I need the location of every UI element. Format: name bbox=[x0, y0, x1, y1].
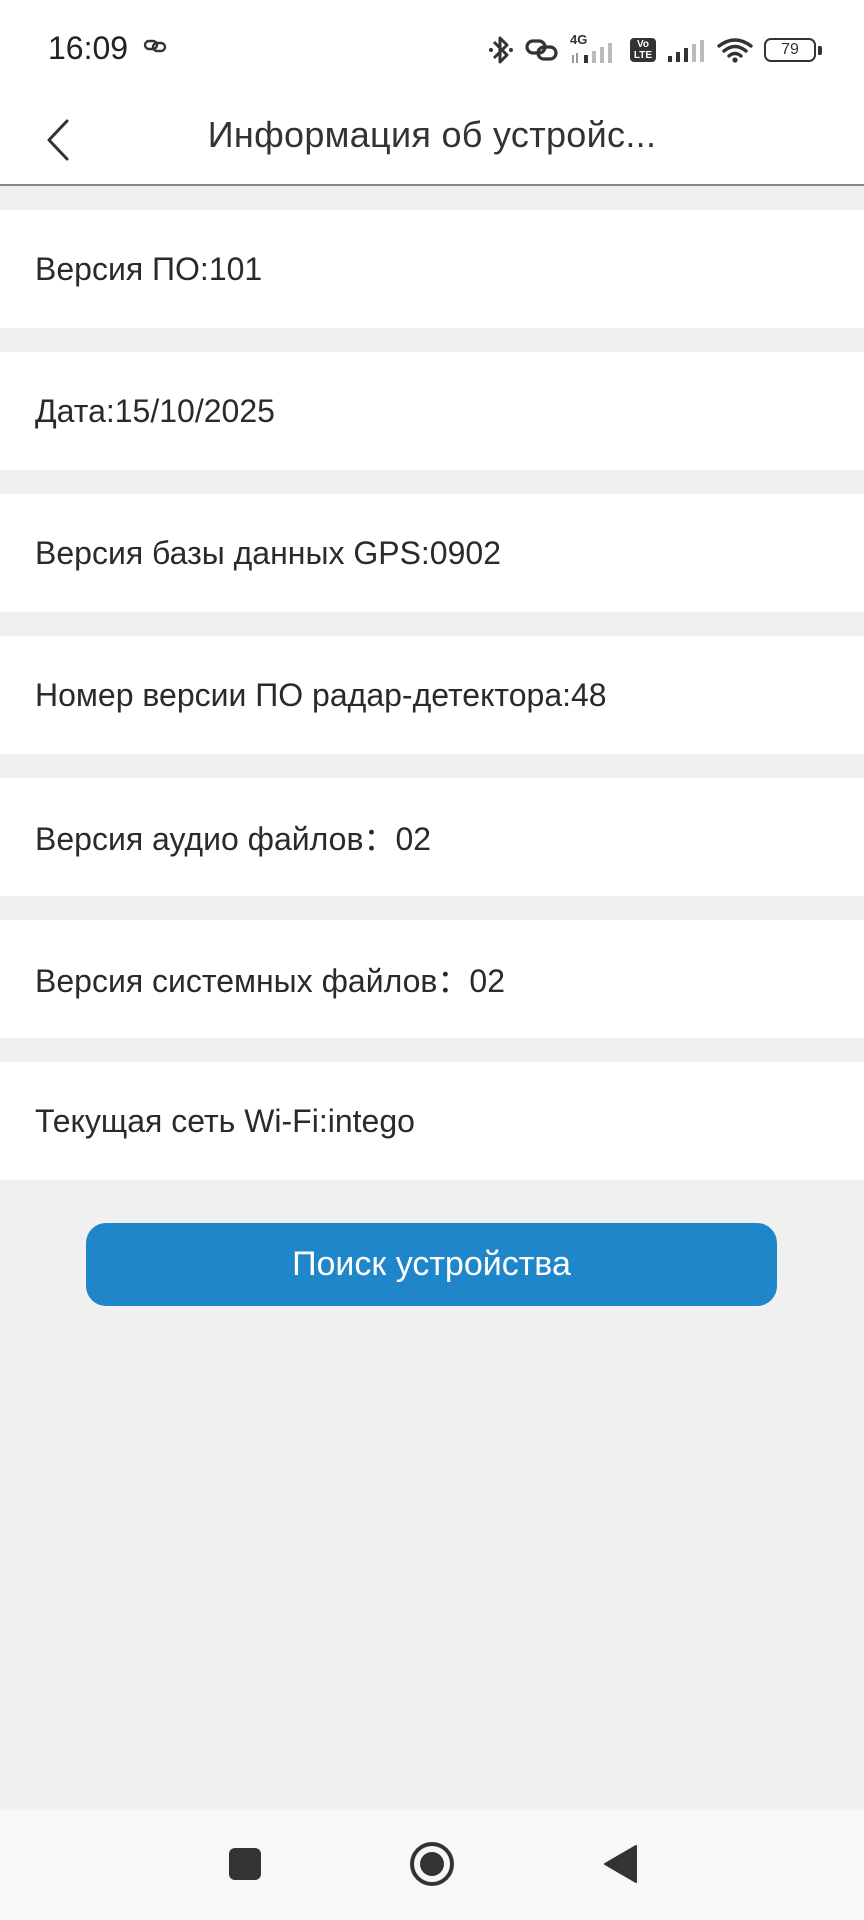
status-bar: 16:09 4G Vo LTE 79 bbox=[0, 0, 864, 100]
battery-icon: 79 bbox=[764, 38, 822, 62]
info-text: Версия ПО:101 bbox=[35, 250, 263, 287]
volte-line1: Vo bbox=[636, 39, 650, 50]
bluetooth-icon bbox=[488, 33, 514, 67]
info-text: Номер версии ПО радар-детектора:48 bbox=[35, 676, 607, 713]
status-icons: 4G Vo LTE 79 bbox=[488, 28, 822, 72]
info-row-firmware: Версия ПО:101 bbox=[0, 210, 864, 328]
info-text: Версия аудио файлов：02 bbox=[35, 821, 432, 857]
volte-icon: Vo LTE bbox=[630, 38, 656, 62]
recents-button[interactable] bbox=[219, 1840, 271, 1892]
back-triangle-icon bbox=[602, 1844, 638, 1889]
back-nav-button[interactable] bbox=[594, 1840, 646, 1892]
info-row-radar-firmware: Номер версии ПО радар-детектора:48 bbox=[0, 636, 864, 754]
info-row-audio-files: Версия аудио файлов：02 bbox=[0, 778, 864, 896]
link-icon bbox=[143, 38, 167, 59]
info-text: Дата:15/10/2025 bbox=[35, 392, 275, 429]
navigation-bar bbox=[0, 1810, 864, 1920]
home-circle-icon bbox=[408, 1840, 456, 1893]
device-info-list: Версия ПО:101 Дата:15/10/2025 Версия баз… bbox=[0, 210, 864, 1180]
info-row-gps-db: Версия базы данных GPS:0902 bbox=[0, 494, 864, 612]
home-button[interactable] bbox=[406, 1840, 458, 1892]
search-device-button[interactable]: Поиск устройства bbox=[86, 1223, 777, 1306]
recents-square-icon bbox=[228, 1847, 262, 1886]
info-text: Текущая сеть Wi-Fi:intego bbox=[35, 1102, 415, 1139]
status-time: 16:09 bbox=[48, 30, 129, 66]
page-title: Информация об устройс... bbox=[207, 114, 657, 155]
volte-line2: LTE bbox=[633, 50, 653, 61]
wifi-icon bbox=[716, 36, 754, 64]
signal-bars-icon bbox=[666, 36, 706, 64]
signal-icon: 4G bbox=[570, 33, 620, 67]
info-row-wifi: Текущая сеть Wi-Fi:intego bbox=[0, 1062, 864, 1180]
info-row-date: Дата:15/10/2025 bbox=[0, 352, 864, 470]
info-text: Версия базы данных GPS:0902 bbox=[35, 534, 501, 571]
info-text: Версия системных файлов：02 bbox=[35, 963, 505, 999]
hotspot-link-icon bbox=[524, 36, 560, 64]
info-row-system-files: Версия системных файлов：02 bbox=[0, 920, 864, 1038]
app-header: Информация об устройс... bbox=[0, 100, 864, 186]
battery-level: 79 bbox=[781, 41, 799, 58]
